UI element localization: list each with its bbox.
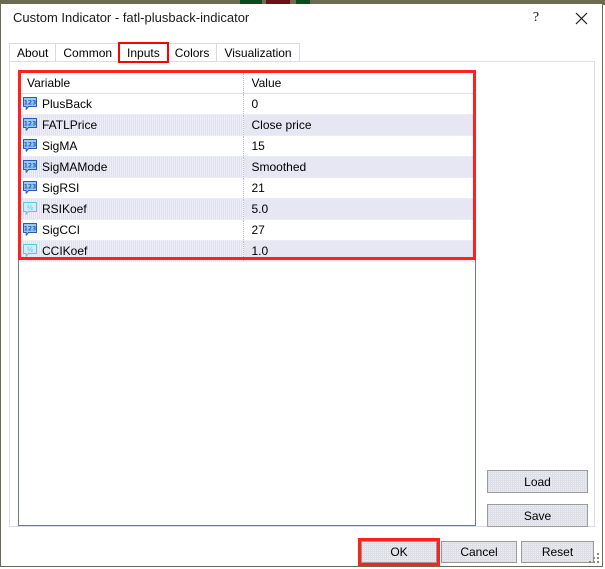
variable-name: SigRSI bbox=[42, 180, 80, 195]
value-text: 15 bbox=[251, 138, 265, 153]
value-text: 21 bbox=[251, 180, 265, 195]
tab-colors[interactable]: Colors bbox=[166, 43, 218, 62]
variable-name: RSIKoef bbox=[42, 201, 87, 216]
svg-text:123: 123 bbox=[24, 120, 37, 127]
save-button[interactable]: Save bbox=[487, 504, 588, 527]
integer-type-icon: 123 bbox=[23, 160, 37, 173]
window-title: Custom Indicator - fatl-plusback-indicat… bbox=[13, 10, 250, 25]
value-text: 1.0 bbox=[251, 243, 269, 258]
variable-cell[interactable]: 123 SigMAMode bbox=[19, 156, 244, 178]
variable-name: PlusBack bbox=[42, 96, 93, 111]
table-row[interactable]: 123 FATLPrice Close price bbox=[19, 114, 475, 136]
table-row[interactable]: 123 SigCCI 27 bbox=[19, 219, 475, 241]
variable-name: SigMAMode bbox=[42, 159, 108, 174]
table-row[interactable]: ½ RSIKoef 5.0 bbox=[19, 198, 475, 220]
float-type-icon: ½ bbox=[23, 202, 37, 215]
tab-inputs[interactable]: Inputs bbox=[118, 42, 169, 63]
variable-name: FATLPrice bbox=[42, 117, 98, 132]
tab-about[interactable]: About bbox=[9, 43, 57, 62]
value-cell[interactable]: Close price bbox=[243, 114, 475, 136]
integer-type-icon: 123 bbox=[23, 181, 37, 194]
table-row[interactable]: 123 SigMAMode Smoothed bbox=[19, 156, 475, 178]
custom-indicator-dialog: Custom Indicator - fatl-plusback-indicat… bbox=[0, 4, 603, 567]
load-button-label: Load bbox=[524, 474, 551, 489]
tab-strip: About Common Inputs Colors Visualization bbox=[9, 42, 300, 63]
variable-name: CCIKoef bbox=[42, 243, 88, 258]
question-mark-icon: ? bbox=[532, 10, 540, 25]
svg-text:123: 123 bbox=[24, 162, 37, 169]
tab-visualization[interactable]: Visualization bbox=[216, 43, 300, 62]
close-button[interactable] bbox=[559, 4, 603, 32]
help-button[interactable]: ? bbox=[514, 4, 558, 32]
cancel-button[interactable]: Cancel bbox=[441, 541, 517, 563]
tab-label: Inputs bbox=[127, 46, 160, 60]
ok-button-label: OK bbox=[390, 545, 408, 559]
variable-cell[interactable]: 123 SigRSI bbox=[19, 177, 244, 199]
column-header-variable[interactable]: Variable bbox=[19, 73, 244, 94]
value-cell[interactable]: 0 bbox=[243, 93, 475, 115]
variable-name: SigCCI bbox=[42, 222, 81, 237]
svg-text:123: 123 bbox=[24, 99, 37, 106]
variable-cell[interactable]: 123 PlusBack bbox=[19, 93, 244, 115]
table-row[interactable]: 123 SigMA 15 bbox=[19, 135, 475, 157]
reset-button[interactable]: Reset bbox=[521, 541, 594, 563]
value-cell[interactable]: 5.0 bbox=[243, 198, 475, 220]
tab-label: Visualization bbox=[224, 46, 292, 60]
table-row[interactable]: 123 PlusBack 0 bbox=[19, 93, 475, 115]
integer-type-icon: 123 bbox=[23, 223, 37, 236]
tab-label: Colors bbox=[174, 46, 210, 60]
value-cell[interactable]: 21 bbox=[243, 177, 475, 199]
title-bar[interactable]: Custom Indicator - fatl-plusback-indicat… bbox=[1, 4, 602, 33]
resize-grip[interactable] bbox=[589, 553, 600, 564]
value-text: 5.0 bbox=[251, 201, 269, 216]
svg-text:½: ½ bbox=[27, 204, 33, 211]
value-text: 0 bbox=[251, 96, 259, 111]
float-type-icon: ½ bbox=[23, 244, 37, 257]
integer-type-icon: 123 bbox=[23, 139, 37, 152]
cancel-button-label: Cancel bbox=[460, 545, 498, 559]
variable-cell[interactable]: ½ CCIKoef bbox=[19, 240, 244, 262]
table-row[interactable]: 123 SigRSI 21 bbox=[19, 177, 475, 199]
variable-name: SigMA bbox=[42, 138, 78, 153]
reset-button-label: Reset bbox=[541, 545, 574, 559]
value-cell[interactable]: Smoothed bbox=[243, 156, 475, 178]
value-text: Smoothed bbox=[251, 159, 307, 174]
table-row[interactable]: ½ CCIKoef 1.0 bbox=[19, 240, 475, 262]
svg-text:123: 123 bbox=[24, 183, 37, 190]
tab-common[interactable]: Common bbox=[55, 43, 121, 62]
value-text: Close price bbox=[251, 117, 312, 132]
close-x-icon bbox=[575, 12, 588, 25]
variable-cell[interactable]: 123 FATLPrice bbox=[19, 114, 244, 136]
tab-label: Common bbox=[63, 46, 113, 60]
variable-cell[interactable]: 123 SigMA bbox=[19, 135, 244, 157]
save-button-label: Save bbox=[523, 508, 552, 523]
table-header-row: Variable Value bbox=[19, 73, 475, 94]
integer-type-icon: 123 bbox=[23, 97, 37, 110]
load-button[interactable]: Load bbox=[487, 470, 588, 493]
value-cell[interactable]: 1.0 bbox=[243, 240, 475, 262]
column-header-value[interactable]: Value bbox=[243, 73, 475, 94]
integer-type-icon: 123 bbox=[23, 118, 37, 131]
value-text: 27 bbox=[251, 222, 265, 237]
variable-cell[interactable]: 123 SigCCI bbox=[19, 219, 244, 241]
tab-label: About bbox=[17, 46, 49, 60]
svg-text:½: ½ bbox=[27, 246, 33, 253]
inputs-parameters-table[interactable]: Variable Value 123 PlusBack 0 123 FATLPrice C… bbox=[18, 72, 476, 526]
svg-text:123: 123 bbox=[24, 225, 37, 232]
variable-cell[interactable]: ½ RSIKoef bbox=[19, 198, 244, 220]
value-cell[interactable]: 27 bbox=[243, 219, 475, 241]
ok-button[interactable]: OK bbox=[361, 541, 437, 563]
svg-text:123: 123 bbox=[24, 141, 37, 148]
value-cell[interactable]: 15 bbox=[243, 135, 475, 157]
